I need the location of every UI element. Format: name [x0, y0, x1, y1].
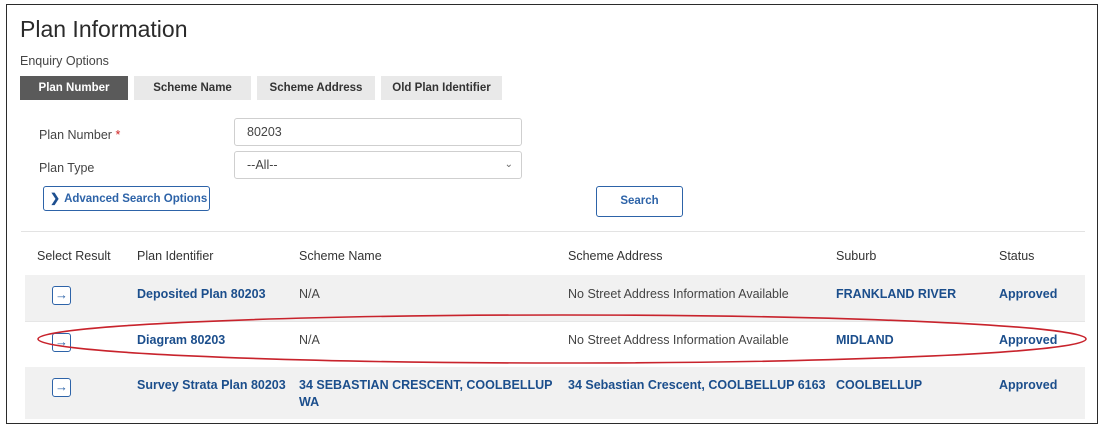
status: Approved	[999, 378, 1058, 392]
plan-number-label: Plan Number *	[39, 128, 120, 142]
header-select-result: Select Result	[37, 249, 111, 263]
status: Approved	[999, 333, 1058, 347]
scheme-name-link[interactable]: 34 SEBASTIAN CRESCENT, COOLBELLUP WA	[299, 378, 553, 409]
plan-type-label: Plan Type	[39, 161, 95, 175]
scheme-address-link[interactable]: 34 Sebastian Crescent, COOLBELLUP 6163	[568, 378, 826, 392]
chevron-right-icon: ❯	[50, 191, 61, 205]
enquiry-tabs: Plan Number Scheme Name Scheme Address O…	[20, 76, 508, 100]
scheme-name-line-1: 34 SEBASTIAN CRESCENT, COOLBELLUP	[299, 378, 553, 392]
required-marker: *	[115, 128, 121, 142]
enquiry-options-label: Enquiry Options	[20, 54, 109, 68]
chevron-down-icon: ⌄	[504, 159, 513, 170]
scheme-address: No Street Address Information Available	[568, 287, 789, 301]
scheme-address: No Street Address Information Available	[568, 333, 789, 347]
scheme-name-line-2: WA	[299, 395, 320, 409]
plan-type-value: --All--	[247, 158, 278, 172]
plan-information-panel: Plan Information Enquiry Options Plan Nu…	[6, 4, 1098, 424]
header-plan-identifier: Plan Identifier	[137, 249, 214, 263]
scheme-name: N/A	[299, 333, 320, 347]
arrow-right-icon[interactable]: →	[52, 333, 71, 352]
section-divider	[21, 231, 1085, 232]
header-status: Status	[999, 249, 1035, 263]
tab-scheme-name[interactable]: Scheme Name	[134, 76, 251, 100]
header-suburb: Suburb	[836, 249, 877, 263]
advanced-search-label: Advanced Search Options	[64, 193, 208, 205]
tab-scheme-address[interactable]: Scheme Address	[257, 76, 375, 100]
header-scheme-address: Scheme Address	[568, 249, 663, 263]
arrow-right-icon[interactable]: →	[52, 378, 71, 397]
suburb-link[interactable]: FRANKLAND RIVER	[836, 287, 956, 301]
plan-identifier-link[interactable]: Survey Strata Plan 80203	[137, 378, 286, 392]
plan-identifier-link[interactable]: Diagram 80203	[137, 333, 225, 347]
arrow-right-icon[interactable]: →	[52, 286, 71, 305]
suburb-link[interactable]: MIDLAND	[836, 333, 894, 347]
suburb-link[interactable]: COOLBELLUP	[836, 378, 922, 392]
search-button[interactable]: Search	[596, 186, 683, 217]
scheme-name: N/A	[299, 287, 320, 301]
tab-old-plan-identifier[interactable]: Old Plan Identifier	[381, 76, 502, 100]
header-scheme-name: Scheme Name	[299, 249, 382, 263]
plan-number-label-text: Plan Number	[39, 128, 112, 142]
plan-identifier-link[interactable]: Deposited Plan 80203	[137, 287, 266, 301]
status: Approved	[999, 287, 1058, 301]
advanced-search-options-button[interactable]: ❯ Advanced Search Options	[43, 186, 210, 211]
tab-plan-number[interactable]: Plan Number	[20, 76, 128, 100]
plan-number-input[interactable]: 80203	[234, 118, 522, 146]
page-title: Plan Information	[20, 16, 188, 42]
plan-type-select[interactable]: --All-- ⌄	[234, 151, 522, 179]
table-row	[25, 367, 1085, 419]
